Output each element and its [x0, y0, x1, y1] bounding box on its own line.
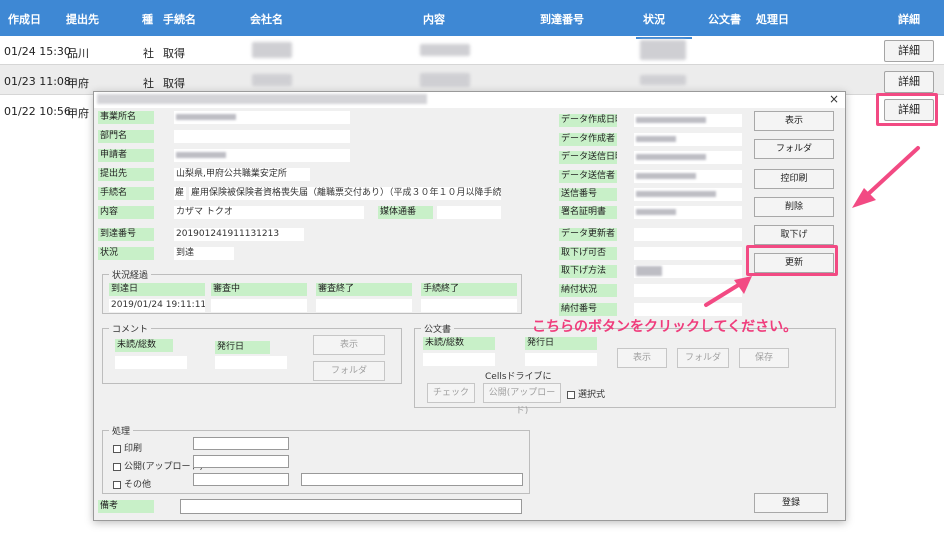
arrow-line-1 [864, 146, 920, 198]
annotation-arrows [704, 146, 920, 307]
arrow-line-2 [704, 282, 742, 307]
instruction-text: こちらのボタンをクリックしてください。 [532, 319, 798, 335]
